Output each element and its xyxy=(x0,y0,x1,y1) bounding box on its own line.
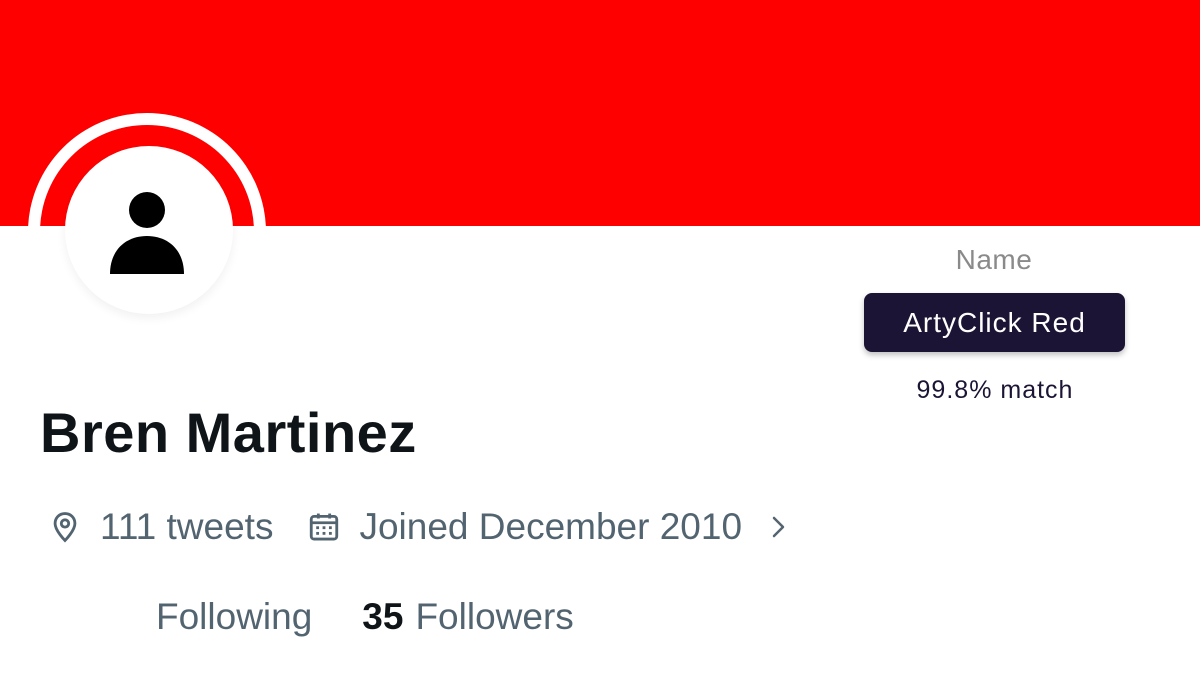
joined-date: Joined December 2010 xyxy=(359,506,743,547)
profile-meta-row: 111 tweets Joined December 2010 xyxy=(48,500,790,554)
profile-display-name: Bren Martinez xyxy=(40,401,417,464)
follow-stats-row: Following 35 Followers xyxy=(156,590,574,644)
followers-count[interactable]: 35 xyxy=(362,596,403,638)
calendar-icon xyxy=(310,513,339,541)
followers-link[interactable]: Followers xyxy=(415,596,573,638)
match-percentage: 99.8% match xyxy=(916,376,1074,404)
color-name-text: ArtyClick Red xyxy=(903,306,1086,338)
color-name-label: Name xyxy=(955,244,1033,275)
person-icon xyxy=(110,192,184,274)
chevron-right-icon[interactable] xyxy=(768,512,790,542)
tweet-count: 111 tweets xyxy=(100,506,274,547)
location-pin-icon xyxy=(53,512,77,543)
color-name-badge: ArtyClick Red xyxy=(864,293,1125,352)
following-link[interactable]: Following xyxy=(156,596,312,638)
